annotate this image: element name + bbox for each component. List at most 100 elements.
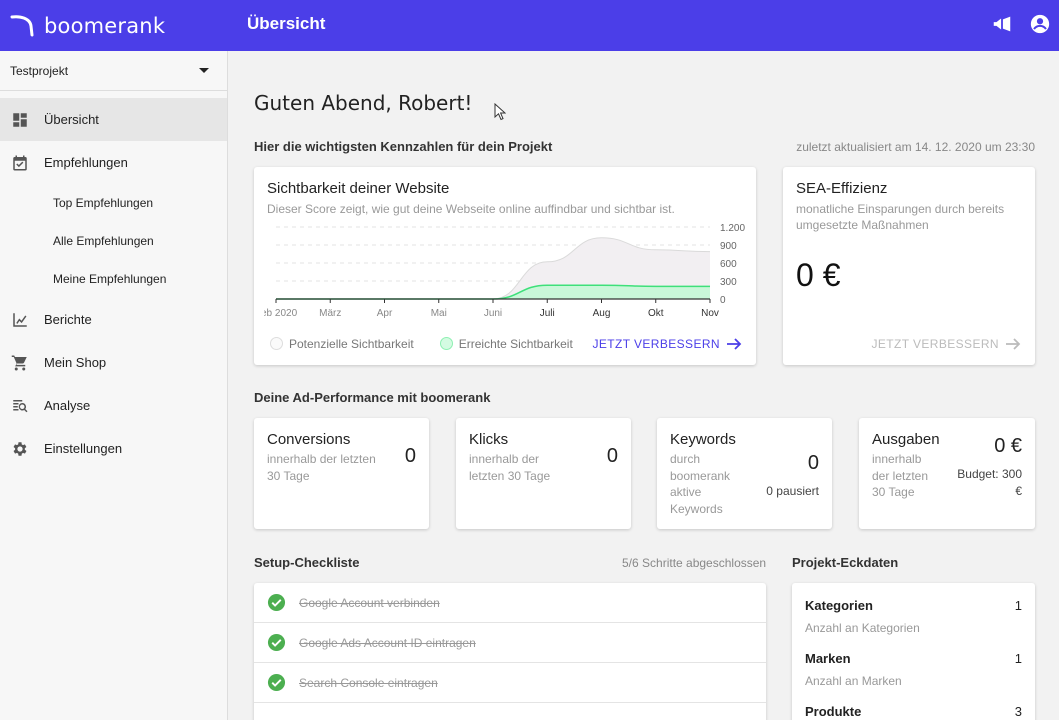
kpi-value: 0 [404, 445, 416, 467]
kpi-value: 0 [807, 452, 819, 474]
project-name: Testprojekt [10, 63, 69, 78]
kpi-subtitle: innerhalb der letzten 30 Tage [872, 452, 929, 499]
ad-section-title: Deine Ad-Performance mit boomerank [254, 390, 491, 405]
fact-value: 3 [1014, 704, 1022, 719]
checklist-item[interactable]: Search Console eintragen [254, 663, 766, 703]
sea-efficiency-card: SEA-Effizienz monatliche Einsparungen du… [783, 167, 1035, 365]
sidebar-item-einstellungen[interactable]: Einstellungen [0, 427, 227, 470]
kpi-note: Budget: 300 € [957, 467, 1022, 498]
checklist-card: Google Account verbinden Google Ads Acco… [254, 583, 766, 720]
sea-savings-value: 0 € [796, 257, 841, 293]
sidebar-item-label: Mein Shop [44, 355, 107, 370]
greeting: Guten Abend, Robert! [254, 91, 473, 115]
x-tick-label: Okt [648, 308, 664, 319]
kpi-subtitle: innerhalb der letzten 30 Tage [267, 452, 376, 483]
sidebar-item-alle-empfehlungen[interactable]: Alle Empfehlungen [0, 222, 227, 260]
sidebar-item-meine-empfehlungen[interactable]: Meine Empfehlungen [0, 260, 227, 298]
checklist-title: Setup-Checkliste [254, 555, 360, 570]
legend-label: Erreichte Sichtbarkeit [458, 337, 573, 351]
checklist-item[interactable]: Google Ads Account ID eintragen [254, 623, 766, 663]
fact-produkte: Produkte 3 [805, 704, 1022, 719]
visibility-card: Sichtbarkeit deiner Website Dieser Score… [254, 167, 756, 365]
x-tick-label: Nov [701, 308, 719, 319]
fact-kategorien: Kategorien 1 Anzahl an Kategorien [805, 598, 1022, 635]
sidebar-item-top-empfehlungen[interactable]: Top Empfehlungen [0, 184, 227, 222]
legend-label: Potenzielle Sichtbarkeit [289, 337, 414, 351]
sidebar-item-label: Einstellungen [44, 441, 123, 456]
chart-legend: Potenzielle Sichtbarkeit Erreichte Sicht… [270, 337, 573, 351]
checklist-progress: 5/6 Schritte abgeschlossen [622, 556, 767, 570]
arrow-right-icon [1006, 338, 1021, 350]
brand-name: boomerank [44, 14, 166, 38]
sidebar-item-uebersicht[interactable]: Übersicht [0, 98, 227, 141]
mouse-cursor-icon [494, 103, 506, 121]
x-tick-label: Feb 2020 [264, 308, 298, 319]
nav-list: Übersicht Empfehlungen Top Empfehlungen … [0, 98, 227, 470]
sidebar-item-analyse[interactable]: Analyse [0, 384, 227, 427]
y-tick-label: 1.200 [720, 223, 745, 234]
sidebar-item-mein-shop[interactable]: Mein Shop [0, 341, 227, 384]
checklist-item-label: Search Console eintragen [299, 675, 438, 690]
legend-achieved[interactable]: Erreichte Sichtbarkeit [439, 337, 573, 351]
visibility-card-title: Sichtbarkeit deiner Website [267, 180, 450, 197]
arrow-right-icon [727, 338, 742, 350]
checklist-item-label: Google Ads Account ID eintragen [299, 635, 476, 650]
check-circle-icon [267, 593, 286, 612]
kpi-section-title: Hier die wichtigsten Kennzahlen für dein… [254, 139, 553, 154]
fact-title: Marken [805, 651, 851, 666]
button-label: JETZT VERBESSERN [871, 337, 999, 351]
caret-down-icon [199, 68, 209, 73]
kpi-title: Keywords [670, 431, 736, 448]
button-label: JETZT VERBESSERN [592, 337, 720, 351]
kpi-card-ausgaben: Ausgaben innerhalb der letzten 30 Tage 0… [859, 418, 1035, 529]
kpi-card-keywords: Keywords durch boomerank aktive Keywords… [657, 418, 832, 529]
fact-subtitle: Anzahl an Marken [805, 674, 902, 688]
fact-title: Produkte [805, 704, 862, 719]
visibility-card-subtitle: Dieser Score zeigt, wie gut deine Websei… [267, 202, 675, 216]
kpi-title: Conversions [267, 431, 351, 448]
chart-line-icon [13, 312, 27, 327]
y-tick-label: 300 [720, 277, 737, 288]
sidebar: Testprojekt Übersicht Empfehlungen Top E… [0, 51, 228, 720]
checklist-item[interactable]: Google Account verbinden [254, 583, 766, 623]
analysis-icon [13, 399, 28, 412]
megaphone-icon[interactable] [991, 13, 1013, 35]
fact-value: 1 [1014, 651, 1022, 666]
y-tick-label: 600 [720, 259, 737, 270]
check-circle-icon [267, 673, 286, 692]
legend-potential[interactable]: Potenzielle Sichtbarkeit [270, 337, 414, 351]
boomerang-logo-icon [10, 15, 34, 37]
project-select[interactable]: Testprojekt [0, 51, 227, 91]
kpi-note: 0 pausiert [766, 484, 819, 498]
x-tick-label: Aug [593, 308, 611, 319]
improve-visibility-button[interactable]: JETZT VERBESSERN [592, 337, 742, 351]
sidebar-item-label: Übersicht [44, 112, 99, 127]
kpi-card-conversions: Conversions innerhalb der letzten 30 Tag… [254, 418, 429, 529]
sidebar-item-empfehlungen[interactable]: Empfehlungen [0, 141, 227, 184]
kpi-value: 0 [606, 445, 618, 467]
checklist-item-label: Google Account verbinden [299, 595, 440, 610]
sea-card-subtitle: monatliche Einsparungen durch bereits um… [796, 202, 1005, 232]
kpi-title: Ausgaben [872, 431, 940, 448]
series-area-achieved [276, 285, 710, 299]
kpi-subtitle: durch boomerank aktive Keywords [670, 452, 731, 516]
legend-dot-icon [270, 337, 283, 350]
brand-logo[interactable]: boomerank [10, 12, 165, 40]
kpi-subtitle: innerhalb der letzten 30 Tage [469, 452, 551, 483]
sidebar-item-berichte[interactable]: Berichte [0, 298, 227, 341]
kpi-value: 0 € [994, 435, 1022, 457]
legend-dot-icon [439, 337, 453, 350]
x-tick-label: Mai [431, 308, 447, 319]
cart-icon [11, 355, 27, 370]
y-tick-label: 0 [720, 295, 726, 306]
project-facts-card: Kategorien 1 Anzahl an Kategorien Marken… [792, 583, 1035, 720]
page-title: Übersicht [247, 14, 326, 33]
last-updated: zuletzt aktualisiert am 14. 12. 2020 um … [796, 140, 1035, 154]
x-tick-label: Apr [377, 308, 393, 319]
x-tick-label: März [319, 308, 341, 319]
top-app-bar: boomerank Übersicht [0, 0, 1059, 51]
sidebar-item-label: Berichte [44, 312, 92, 327]
account-icon[interactable] [1029, 13, 1051, 35]
improve-sea-button[interactable]: JETZT VERBESSERN [871, 337, 1021, 351]
gear-icon [13, 441, 27, 456]
